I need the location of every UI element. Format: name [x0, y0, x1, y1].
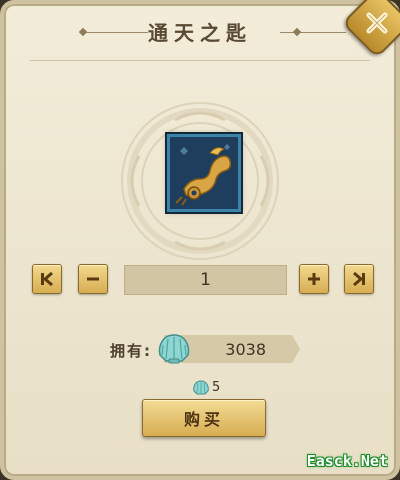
watermark: Easck.Net — [306, 452, 388, 470]
min-quantity-button[interactable] — [32, 264, 62, 294]
last-icon — [353, 271, 365, 287]
title-bar: 通天之匙 — [4, 4, 396, 64]
close-x-icon — [366, 12, 388, 34]
quantity-input[interactable]: 1 — [124, 265, 287, 295]
title-divider — [30, 60, 370, 61]
owned-label: 拥有: — [110, 342, 152, 360]
buy-button[interactable]: 购买 — [142, 399, 266, 437]
shell-icon — [158, 334, 190, 364]
owned-value: 3038 — [225, 339, 266, 359]
max-quantity-button[interactable] — [344, 264, 374, 294]
price-value: 5 — [212, 380, 221, 395]
minus-icon — [87, 277, 99, 281]
first-icon — [41, 271, 53, 287]
item-dialog: 通天之匙 1 拥有: 3038 5 购买 Easck.Net — [0, 0, 400, 480]
decrease-quantity-button[interactable] — [78, 264, 108, 294]
golden-key-icon — [170, 137, 238, 209]
increase-quantity-button[interactable] — [299, 264, 329, 294]
title-ornament-right — [280, 32, 346, 33]
item-slot[interactable] — [167, 134, 241, 212]
shell-icon — [193, 380, 209, 395]
plus-icon — [308, 273, 320, 285]
